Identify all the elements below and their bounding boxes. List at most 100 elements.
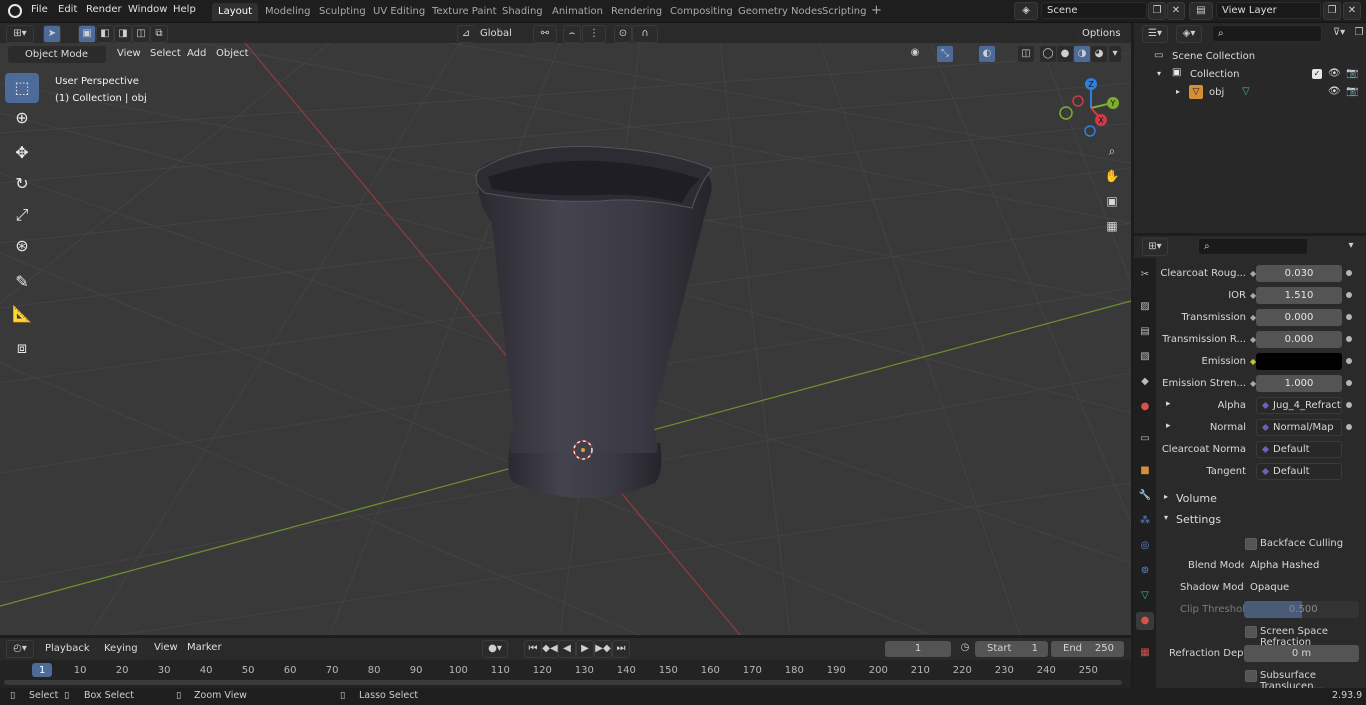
rotate-tool-icon[interactable]: ↻ bbox=[5, 169, 39, 199]
next-keyframe-icon[interactable]: ▶◆ bbox=[594, 640, 612, 658]
viewport-menu-object[interactable]: Object bbox=[210, 47, 255, 63]
ior-field[interactable]: 1.510 bbox=[1256, 287, 1342, 304]
new-scene-icon[interactable]: ❐ bbox=[1148, 2, 1166, 20]
delete-view-layer-icon[interactable]: ✕ bbox=[1343, 2, 1361, 20]
view-layer-browse-icon[interactable]: ▤ bbox=[1189, 2, 1213, 20]
properties-editor-type-icon[interactable]: ⊞▾ bbox=[1142, 238, 1168, 256]
outliner-display-mode-icon[interactable]: ◈▾ bbox=[1176, 25, 1202, 43]
menu-edit[interactable]: Edit bbox=[58, 4, 77, 15]
output-tab-icon[interactable]: ▤ bbox=[1136, 323, 1154, 341]
tab-rendering[interactable]: Rendering bbox=[605, 3, 668, 21]
xray-toggle-icon[interactable]: ◫ bbox=[1017, 45, 1035, 63]
properties-search-input[interactable]: ⌕ bbox=[1198, 238, 1308, 255]
transform-orientation-select[interactable]: Global bbox=[474, 25, 526, 43]
outliner-filter-icon[interactable]: ⊽▾ bbox=[1326, 25, 1352, 43]
shading-rendered-icon[interactable]: ◕ bbox=[1090, 45, 1108, 63]
tool-tab-icon[interactable]: ✂ bbox=[1136, 266, 1154, 284]
shading-options-icon[interactable]: ▾ bbox=[1108, 45, 1122, 63]
emission-strength-field[interactable]: 1.000 bbox=[1256, 375, 1342, 392]
shadow-mode-select[interactable]: Opaque bbox=[1244, 579, 1359, 596]
shading-solid-icon[interactable]: ● bbox=[1056, 45, 1074, 63]
normal-link-field[interactable]: Normal/Map bbox=[1256, 419, 1342, 436]
backface-culling-checkbox[interactable] bbox=[1245, 538, 1257, 550]
expand-obj-icon[interactable]: ▸ bbox=[1176, 87, 1180, 96]
select-new-icon[interactable]: ▣ bbox=[78, 25, 96, 43]
proportional-falloff-icon[interactable]: ∩ bbox=[632, 25, 658, 43]
new-view-layer-icon[interactable]: ❐ bbox=[1323, 2, 1341, 20]
jump-end-icon[interactable]: ⏭ bbox=[612, 640, 630, 658]
menu-window[interactable]: Window bbox=[128, 4, 167, 15]
texture-tab-icon[interactable]: ▦ bbox=[1136, 644, 1154, 662]
clearcoat-roughness-field[interactable]: 0.030 bbox=[1256, 265, 1342, 282]
jump-start-icon[interactable]: ⏮ bbox=[524, 640, 542, 658]
collection-tab-icon[interactable]: ▭ bbox=[1136, 430, 1154, 448]
settings-panel-header[interactable]: ▾ Settings bbox=[1156, 509, 1366, 529]
select-tool-icon[interactable]: ➤ bbox=[43, 25, 61, 43]
current-frame-field[interactable]: 1 bbox=[885, 641, 951, 657]
pan-hand-icon[interactable]: ✋ bbox=[1101, 165, 1123, 187]
world-tab-icon[interactable]: ● bbox=[1136, 398, 1154, 416]
timeline-scrollbar[interactable] bbox=[4, 680, 1122, 685]
overlay-toggle-icon[interactable]: ◐ bbox=[978, 45, 996, 63]
tab-compositing[interactable]: Compositing bbox=[664, 3, 739, 21]
tab-sculpting[interactable]: Sculpting bbox=[313, 3, 372, 21]
visibility-icon[interactable]: ◉ bbox=[906, 45, 924, 63]
select-subtract-icon[interactable]: ◨ bbox=[114, 25, 132, 43]
preview-range-icon[interactable]: ◷ bbox=[956, 640, 974, 658]
blend-mode-select[interactable]: Alpha Hashed bbox=[1244, 557, 1359, 574]
view-layer-tab-icon[interactable]: ▧ bbox=[1136, 348, 1154, 366]
tab-uv-editing[interactable]: UV Editing bbox=[367, 3, 431, 21]
add-workspace-button[interactable]: + bbox=[871, 3, 882, 18]
start-frame-field[interactable]: Start 1 bbox=[975, 641, 1048, 657]
object-mode-select[interactable]: Object Mode bbox=[8, 46, 106, 63]
timeline-marker-menu[interactable]: Marker bbox=[181, 641, 228, 657]
mesh-data-icon[interactable]: ▽ bbox=[1242, 86, 1250, 97]
viewport-menu-add[interactable]: Add bbox=[181, 47, 212, 63]
expand-alpha-icon[interactable]: ▸ bbox=[1166, 399, 1171, 409]
scene-tab-icon[interactable]: ◆ bbox=[1136, 373, 1154, 391]
expand-settings-icon[interactable]: ▾ bbox=[1164, 513, 1168, 522]
transmission-roughness-field[interactable]: 0.000 bbox=[1256, 331, 1342, 348]
alpha-link-field[interactable]: Jug_4_Refraction_in... bbox=[1256, 397, 1342, 414]
viewport-menu-view[interactable]: View bbox=[111, 47, 147, 63]
tab-layout[interactable]: Layout bbox=[212, 3, 258, 21]
collection-render-icon[interactable]: 📷 bbox=[1346, 68, 1358, 79]
transmission-field[interactable]: 0.000 bbox=[1256, 309, 1342, 326]
modifier-tab-icon[interactable]: 🔧 bbox=[1136, 487, 1154, 505]
subsurface-translucency-checkbox[interactable] bbox=[1245, 670, 1257, 682]
snap-target-icon[interactable]: ⋮ bbox=[582, 25, 606, 43]
expand-collection-icon[interactable]: ▾ bbox=[1157, 69, 1161, 78]
clearcoat-normal-field[interactable]: Default bbox=[1256, 441, 1342, 458]
screen-space-refraction-checkbox[interactable] bbox=[1245, 626, 1257, 638]
editor-type-icon[interactable]: ⊞▾ bbox=[6, 25, 34, 43]
scene-name-field[interactable]: Scene bbox=[1041, 2, 1147, 19]
physics-tab-icon[interactable]: ◎ bbox=[1136, 537, 1154, 555]
pivot-point-icon[interactable]: ⚯ bbox=[533, 25, 557, 43]
tab-animation[interactable]: Animation bbox=[546, 3, 609, 21]
camera-view-icon[interactable]: ▣ bbox=[1101, 190, 1123, 212]
particles-tab-icon[interactable]: ⁂ bbox=[1136, 512, 1154, 530]
scene-browse-icon[interactable]: ◈ bbox=[1014, 2, 1038, 20]
transform-tool-icon[interactable]: ⊛ bbox=[5, 231, 39, 261]
select-extend-icon[interactable]: ◧ bbox=[96, 25, 114, 43]
select-box-tool-icon[interactable]: ⬚ bbox=[5, 73, 39, 103]
proportional-edit-icon[interactable]: ⊙ bbox=[614, 25, 632, 43]
view-layer-field[interactable]: View Layer bbox=[1216, 2, 1321, 19]
cursor-tool-icon[interactable]: ⊕ bbox=[5, 103, 39, 133]
data-tab-icon[interactable]: ▽ bbox=[1136, 587, 1154, 605]
tab-shading[interactable]: Shading bbox=[496, 3, 549, 21]
play-icon[interactable]: ▶ bbox=[576, 640, 594, 658]
tab-scripting[interactable]: Scripting bbox=[816, 3, 872, 21]
collection-include-checkbox[interactable]: ✓ bbox=[1312, 69, 1322, 79]
end-frame-field[interactable]: End 250 bbox=[1051, 641, 1124, 657]
transform-orientation-icon[interactable]: ⊿ bbox=[457, 25, 475, 43]
tangent-field[interactable]: Default bbox=[1256, 463, 1342, 480]
collection-visibility-icon[interactable]: 👁 bbox=[1328, 68, 1341, 79]
timeline-view-menu[interactable]: View bbox=[148, 641, 184, 657]
record-icon[interactable]: ●▾ bbox=[482, 640, 508, 658]
shading-wireframe-icon[interactable]: ◯ bbox=[1039, 45, 1057, 63]
outliner-row-obj[interactable]: ▸ ▽ obj ▽ 👁 📷 bbox=[1134, 84, 1366, 102]
timeline-ruler[interactable]: 1 10 20 30 40 50 60 70 80 90 100 110 120 130 140 150 160… bbox=[0, 660, 1131, 688]
properties-options-icon[interactable]: ▾ bbox=[1342, 238, 1360, 256]
keying-menu[interactable]: Keying bbox=[98, 640, 146, 658]
